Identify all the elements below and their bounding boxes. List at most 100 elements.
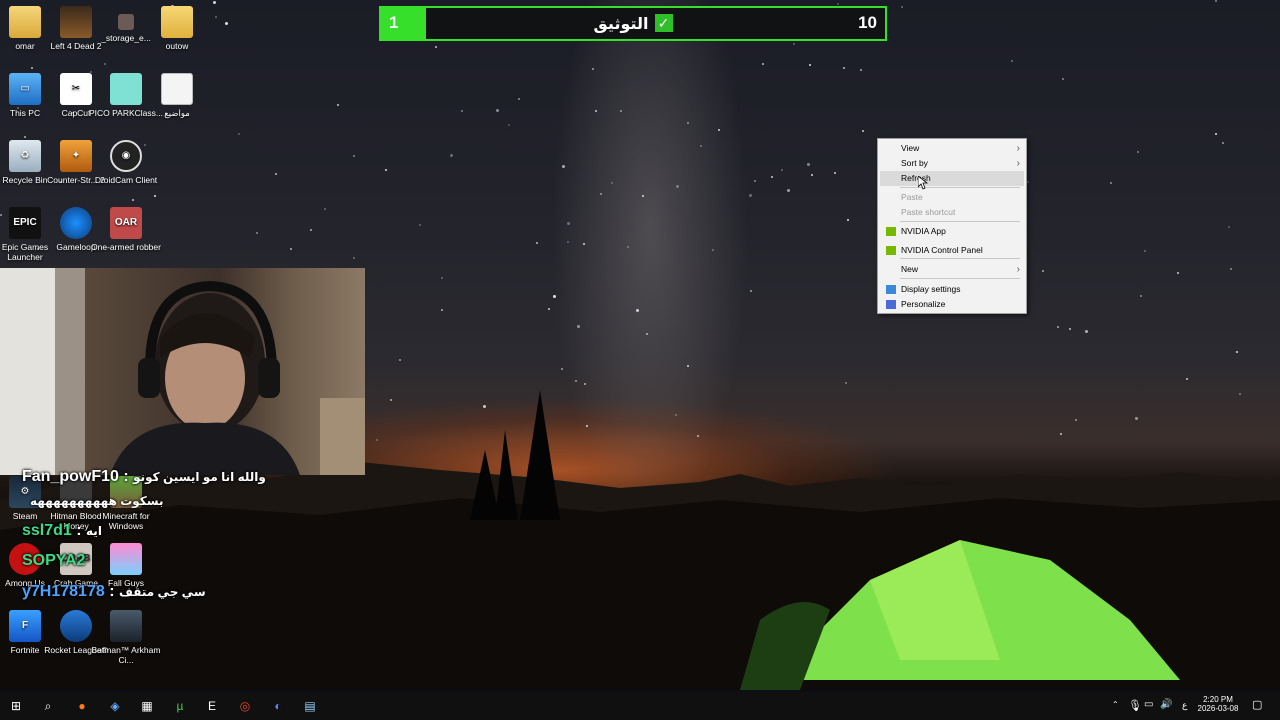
chat-message: y7H178178 : سي جي متقف — [8, 583, 206, 601]
language-indicator[interactable]: ع — [1182, 700, 1187, 711]
desktop-icon-document[interactable]: مواضيع — [140, 73, 214, 118]
nvidia-icon — [886, 246, 896, 255]
user-folder-icon — [9, 6, 41, 38]
progress-title: التوثيق ✓ — [381, 14, 885, 34]
menu-item-refresh[interactable]: Refresh — [880, 171, 1024, 186]
desktop-context-menu: View › Sort by › Refresh Paste Paste shortcut N… — [877, 138, 1027, 314]
chat-username: ssl7d1 — [22, 522, 72, 539]
webcam-person-image — [0, 268, 365, 475]
firefox-icon[interactable]: ● — [70, 695, 94, 717]
capcut-icon: ✂ — [60, 73, 92, 105]
menu-item-paste-shortcut: Paste shortcut — [880, 205, 1024, 220]
search-icon[interactable]: ⌕ — [36, 695, 60, 717]
chevron-right-icon: › — [1016, 158, 1020, 169]
personalize-icon — [886, 300, 896, 309]
store-icon[interactable]: ▦ — [135, 695, 159, 717]
chat-text: والله انا مو ايسين كونو — [133, 470, 266, 484]
menu-item-label: View — [901, 143, 920, 153]
copilot-icon[interactable]: ◈ — [103, 695, 127, 717]
chat-text: ايه — [86, 524, 102, 538]
clock[interactable]: 2:20 PM 2026-03-08 — [1196, 695, 1240, 713]
chrome-icon[interactable]: ◎ — [233, 695, 257, 717]
discord-icon[interactable]: ◐ — [266, 695, 290, 717]
microphone-icon[interactable]: 🎙 — [1128, 699, 1142, 712]
desktop-icon-label: مواضيع — [164, 108, 190, 118]
chat-separator: : — [71, 522, 87, 539]
chevron-right-icon: › — [1016, 143, 1020, 154]
menu-item-paste: Paste — [880, 190, 1024, 205]
storage-icon — [118, 14, 134, 30]
menu-item-label: New — [901, 264, 919, 274]
fall-guys-icon — [110, 543, 142, 575]
chat-username: Fan_powF10 — [22, 468, 119, 485]
epic-games-icon[interactable]: E — [200, 695, 224, 717]
menu-item-label: Paste shortcut — [901, 207, 956, 217]
mouse-cursor-icon — [918, 176, 928, 190]
desktop-icon-label: Batman™ Arkham Ci... — [91, 645, 161, 665]
nvidia-icon — [886, 227, 896, 236]
display-settings-icon — [886, 285, 896, 294]
start-icon[interactable]: ⊞ — [4, 695, 28, 717]
progress-target-value: 10 — [858, 13, 877, 32]
menu-separator — [900, 221, 1020, 222]
clock-time: 2:20 PM — [1203, 695, 1233, 704]
chat-text: بسكوت ههههههههههه — [30, 494, 164, 508]
chat-separator: : — [118, 468, 134, 485]
menu-item-sort-by[interactable]: Sort by › — [880, 156, 1024, 171]
network-icon[interactable]: ▭ — [1144, 699, 1153, 710]
taskbar: ⊞ ⌕ ● ◈ ▦ µ E ◎ ◐ ▤ ⌃ 🎙 ▭ 🔊 ع 2:20 PM 2026-03-08 … — [0, 692, 1280, 720]
counter-strike-icon: ✦ — [60, 140, 92, 172]
menu-item-nvidia-app[interactable]: NVIDIA App — [880, 224, 1024, 239]
file-icon[interactable]: ▤ — [298, 695, 322, 717]
volume-icon[interactable]: 🔊 — [1160, 699, 1172, 710]
chat-username: SOPYA2 — [22, 552, 86, 569]
menu-item-personalize[interactable]: Personalize — [880, 297, 1024, 312]
desktop-icon-droidcam[interactable]: ◉ DroidCam Client — [89, 140, 163, 185]
chat-message: Fan_powF10 : والله انا مو ايسين كونو — [8, 468, 266, 486]
menu-item-nvidia-control-panel[interactable]: NVIDIA Control Panel — [880, 243, 1024, 258]
folder-icon — [161, 6, 193, 38]
menu-item-view[interactable]: View › — [880, 141, 1024, 156]
chevron-right-icon: › — [1016, 264, 1020, 275]
document-icon — [161, 73, 193, 105]
one-armed-robber-icon: OAR — [110, 207, 142, 239]
chat-username: y7H178178 — [22, 583, 105, 600]
desktop-icon-batman[interactable]: Batman™ Arkham Ci... — [89, 610, 163, 665]
gameloop-icon — [60, 207, 92, 239]
desktop-icon-one-armed-robber[interactable]: OAR One-armed robber — [89, 207, 163, 252]
verification-progress-bar: 1 التوثيق ✓ 10 — [379, 6, 887, 41]
menu-item-label: NVIDIA Control Panel — [901, 245, 983, 255]
menu-separator — [900, 278, 1020, 279]
desktop-icon-fall-guys[interactable]: Fall Guys — [89, 543, 163, 588]
menu-item-label: Paste — [901, 192, 923, 202]
webcam-overlay — [0, 268, 365, 475]
menu-item-label: NVIDIA App — [901, 226, 946, 236]
left4dead-icon — [60, 6, 92, 38]
chat-message: SOPYA2 — [8, 552, 85, 570]
menu-item-display-settings[interactable]: Display settings — [880, 282, 1024, 297]
desktop-icon-label: outow — [165, 41, 189, 51]
epic-games-icon: EPIC — [9, 207, 41, 239]
chat-message: ssl7d1 : ايه — [8, 522, 102, 540]
recycle-bin-icon: ♻ — [9, 140, 41, 172]
rocket-league-icon — [60, 610, 92, 642]
droidcam-icon: ◉ — [110, 140, 142, 172]
chat-separator: : — [104, 583, 119, 600]
menu-item-new[interactable]: New › — [880, 262, 1024, 277]
menu-item-label: Sort by — [901, 158, 928, 168]
menu-separator — [900, 258, 1020, 259]
chat-message: بسكوت ههههههههههه — [30, 492, 164, 510]
fortnite-icon: F — [9, 610, 41, 642]
menu-item-label: Display settings — [901, 284, 961, 294]
chat-text: سي جي متقف — [118, 585, 206, 599]
tray-chevron-icon[interactable]: ⌃ — [1112, 700, 1119, 709]
batman-icon — [110, 610, 142, 642]
notification-icon[interactable]: ▢ — [1252, 698, 1262, 711]
menu-item-label: Personalize — [901, 299, 946, 309]
pico-park-icon — [110, 73, 142, 105]
desktop-icon-label: DroidCam Client — [94, 175, 158, 185]
desktop-icon-label: One-armed robber — [91, 242, 161, 252]
desktop-icon-folder[interactable]: outow — [140, 6, 214, 51]
utorrent-icon[interactable]: µ — [168, 695, 192, 717]
this-pc-icon: ▭ — [9, 73, 41, 105]
